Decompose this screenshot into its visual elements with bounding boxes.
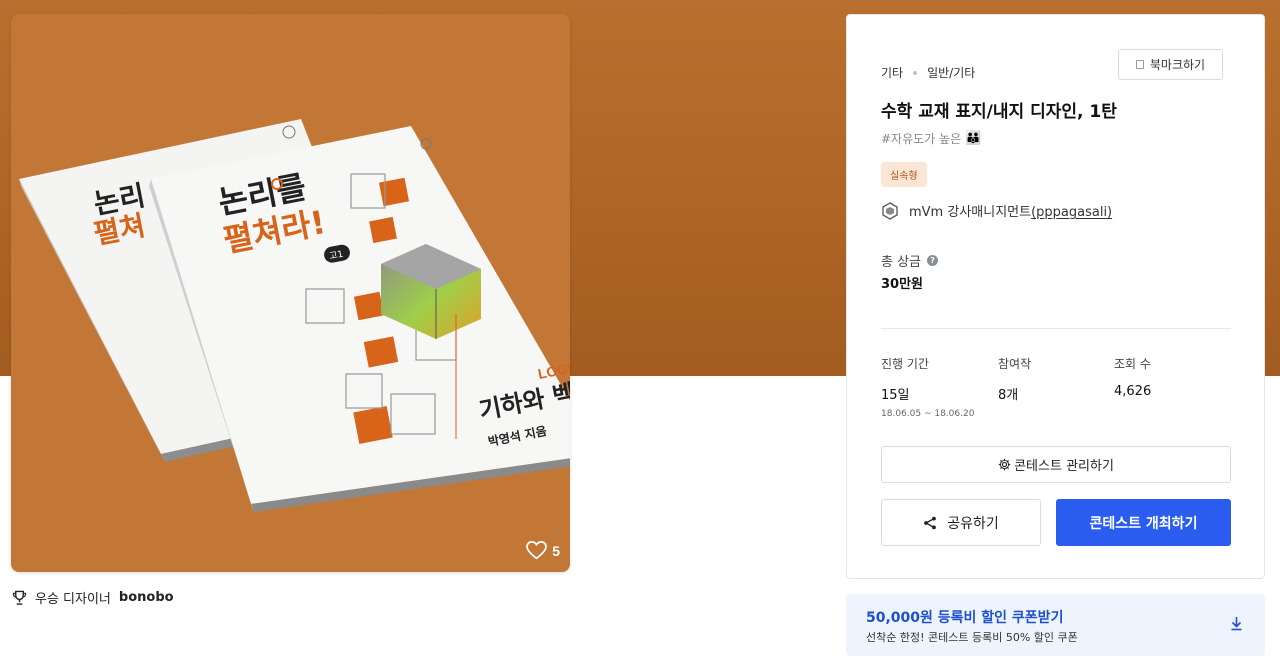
views-value: 4,626: [1114, 384, 1152, 399]
divider: [881, 328, 1231, 329]
book-mockup-illustration: 논리 펼쳐 논리를 펼쳐라! 고1 LOGIC 기하와 벡터 박영석 지음: [19, 119, 570, 512]
stat-views: 조회 수 4,626: [1114, 355, 1151, 399]
download-icon[interactable]: [1230, 616, 1243, 631]
breadcrumb: 기타 일반/기타: [881, 64, 975, 81]
help-icon[interactable]: ?: [927, 255, 939, 266]
winner-label: 우승 디자이너: [35, 592, 111, 607]
breadcrumb-category[interactable]: 기타: [881, 64, 903, 81]
like-count: 5: [552, 542, 560, 559]
host-name: mVm 강사매니지먼트: [909, 205, 1032, 220]
host-contest-button[interactable]: 콘테스트 개최하기: [1056, 499, 1231, 546]
prize-value: 30만원: [881, 277, 924, 292]
coupon-title: 50,000원 등록비 할인 쿠폰받기: [866, 610, 1064, 626]
bookmark-icon: [1135, 60, 1144, 69]
family-icon: 👪: [965, 131, 982, 146]
prize-label-text: 총 상금: [881, 255, 922, 270]
hashtag[interactable]: #자유도가 높은 👪: [881, 130, 981, 147]
hashtag-text: #자유도가 높은: [881, 132, 962, 146]
share-icon: [924, 516, 937, 529]
winner-info: 우승 디자이너 bonobo: [12, 588, 174, 607]
period-label: 진행 기간: [881, 357, 929, 371]
like-button[interactable]: 5: [526, 541, 560, 560]
period-dates: 18.06.05 ~ 18.06.20: [881, 409, 975, 419]
winner-name[interactable]: bonobo: [119, 590, 174, 605]
share-button[interactable]: 공유하기: [881, 499, 1041, 546]
trophy-icon: [12, 590, 27, 605]
prize-label: 총 상금 ?: [881, 251, 939, 270]
contest-title: 수학 교재 표지/내지 디자인, 1탄: [881, 102, 1117, 122]
host-id[interactable]: (pppagasali): [1031, 205, 1112, 220]
bookmark-button[interactable]: 북마크하기: [1118, 49, 1223, 80]
contest-cover-image[interactable]: 논리 펼쳐 논리를 펼쳐라! 고1 LOGIC 기하와 벡터 박영석 지음 5: [11, 14, 570, 572]
breadcrumb-separator: [913, 70, 918, 75]
coupon-subtitle: 선착순 한정! 콘테스트 등록비 50% 할인 쿠폰: [866, 631, 1078, 644]
stat-entries: 참여작 8개: [998, 355, 1031, 403]
bookmark-label: 북마크하기: [1149, 58, 1206, 72]
contest-info-panel: 기타 일반/기타 북마크하기 수학 교재 표지/내지 디자인, 1탄 #자유도가…: [846, 14, 1265, 579]
stat-period: 진행 기간 15일 18.06.05 ~ 18.06.20: [881, 355, 974, 419]
manage-contest-button[interactable]: 콘테스트 관리하기: [881, 446, 1231, 483]
manage-contest-label: 콘테스트 관리하기: [1014, 459, 1114, 474]
heart-icon: [526, 541, 548, 560]
host-info[interactable]: mVm 강사매니지먼트(pppagasali): [881, 201, 1112, 220]
contest-type-badge: 실속형: [881, 162, 927, 187]
views-label: 조회 수: [1114, 357, 1151, 371]
period-value: 15일: [881, 388, 910, 403]
entries-value: 8개: [998, 388, 1019, 403]
share-label: 공유하기: [947, 515, 999, 532]
entries-label: 참여작: [998, 357, 1032, 371]
coupon-banner[interactable]: 50,000원 등록비 할인 쿠폰받기 선착순 한정! 콘테스트 등록비 50%…: [846, 594, 1265, 656]
breadcrumb-subcategory[interactable]: 일반/기타: [927, 64, 975, 81]
host-logo-icon: [882, 201, 898, 220]
gear-icon: [998, 458, 1011, 471]
host-contest-label: 콘테스트 개최하기: [1089, 515, 1198, 532]
